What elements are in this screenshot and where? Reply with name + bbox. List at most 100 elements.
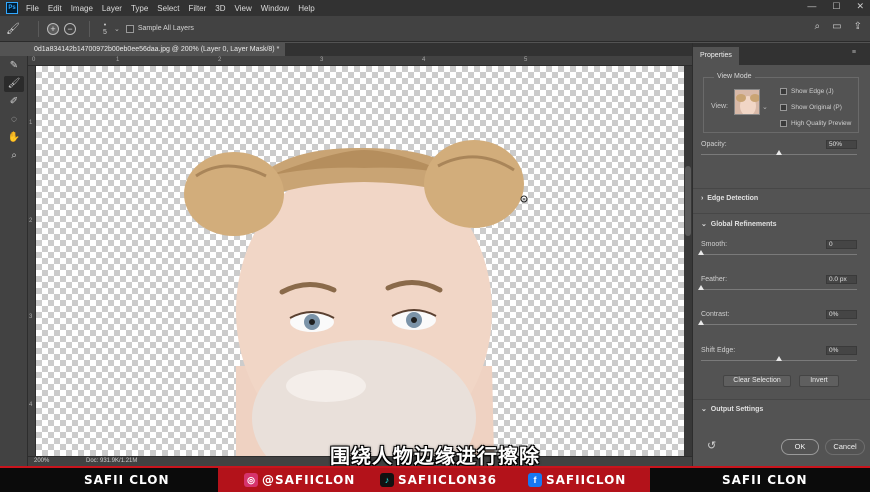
instagram-handle: @SAFIICLON <box>262 473 356 487</box>
sample-all-layers-checkbox[interactable] <box>125 24 134 33</box>
refine-brush-tool-icon[interactable]: 🖌 <box>6 22 30 35</box>
clear-selection-button[interactable]: Clear Selection <box>723 375 791 387</box>
chevron-down-icon[interactable]: ⌄ <box>762 103 768 111</box>
left-hair-bun <box>184 152 284 236</box>
high-quality-label: High Quality Preview <box>791 120 852 127</box>
share-icon[interactable]: ⇪ <box>854 21 862 32</box>
feather-track[interactable] <box>701 289 857 290</box>
panel-menu-icon[interactable]: ≡ <box>852 49 856 56</box>
left-pupil <box>309 319 315 325</box>
menu-file[interactable]: File <box>26 4 39 13</box>
workspace-icon[interactable]: ▭ <box>832 21 841 32</box>
ruler-label: 1 <box>29 120 33 126</box>
smooth-slider-thumb[interactable] <box>698 250 704 255</box>
menu-image[interactable]: Image <box>71 4 93 13</box>
feather-label: Feather: <box>701 276 728 283</box>
right-hair-bun <box>424 140 524 228</box>
menu-3d[interactable]: 3D <box>215 4 225 13</box>
photoshop-window: Ps File Edit Image Layer Type Select Fil… <box>0 0 870 492</box>
view-label: View: <box>711 103 728 110</box>
lasso-tool-icon[interactable]: ◌ <box>4 112 24 128</box>
show-original-label: Show Original (P) <box>791 104 842 111</box>
close-button[interactable]: ✕ <box>856 1 864 12</box>
menu-filter[interactable]: Filter <box>189 4 207 13</box>
chevron-down-icon[interactable]: ⌄ <box>114 25 120 33</box>
minimize-button[interactable]: — <box>807 1 816 12</box>
opacity-slider-thumb[interactable] <box>776 150 782 155</box>
brush-tool-icon[interactable]: ✐ <box>4 94 24 110</box>
document-tab[interactable]: 0d1a834142b14700972b00eb0ee56daa.jpg @ 2… <box>28 43 286 56</box>
edge-detection-section[interactable]: › Edge Detection <box>701 195 758 202</box>
show-original-checkbox[interactable] <box>780 104 787 111</box>
options-right: ⌕ ▭ ⇪ <box>815 21 862 32</box>
vertical-scrollbar[interactable] <box>684 66 692 456</box>
ruler-horizontal: 0 1 2 3 4 5 <box>28 56 692 66</box>
menu-view[interactable]: View <box>235 4 252 13</box>
quick-selection-tool-icon[interactable]: ✎ <box>4 58 24 74</box>
smooth-field[interactable]: 0 <box>826 240 857 249</box>
brush-size-value: 5 <box>103 28 107 36</box>
view-mode-group: View Mode View: ⌄ Show Edge (J) Show Ori… <box>703 73 859 133</box>
opacity-label: Opacity: <box>701 141 727 148</box>
shift-edge-slider-thumb[interactable] <box>776 356 782 361</box>
view-mode-title: View Mode <box>714 73 755 80</box>
show-edge-option[interactable]: Show Edge (J) <box>780 88 834 95</box>
scrollbar-thumb[interactable] <box>685 166 691 236</box>
brand-left-text: SAFII CLON <box>84 473 170 487</box>
contrast-track[interactable] <box>701 324 857 325</box>
show-original-option[interactable]: Show Original (P) <box>780 104 842 111</box>
ruler-label: 4 <box>422 57 426 63</box>
separator <box>38 20 39 37</box>
ruler-label: 4 <box>29 402 33 408</box>
output-settings-title: Output Settings <box>710 406 764 413</box>
ruler-label: 1 <box>116 57 120 63</box>
menu-help[interactable]: Help <box>298 4 314 13</box>
maximize-button[interactable]: ☐ <box>832 1 840 12</box>
show-edge-label: Show Edge (J) <box>791 88 834 95</box>
separator <box>89 20 90 37</box>
facebook-icon: f <box>528 473 542 487</box>
hand-tool-icon[interactable]: ✋ <box>4 130 24 146</box>
view-mode-thumbnail[interactable] <box>734 89 760 115</box>
feather-slider-thumb[interactable] <box>698 285 704 290</box>
high-quality-checkbox[interactable] <box>780 120 787 127</box>
refine-edge-brush-icon[interactable]: 🖌 <box>4 76 24 92</box>
bubble-highlight <box>286 370 366 402</box>
feather-field[interactable]: 0.0 px <box>826 275 857 284</box>
thumbnail-portrait <box>736 94 759 114</box>
ruler-label: 2 <box>29 218 33 224</box>
tiktok-icon: ♪ <box>380 473 394 487</box>
divider <box>693 399 870 400</box>
menu-type[interactable]: Type <box>131 4 148 13</box>
instagram-icon: ◎ <box>244 473 258 487</box>
ruler-label: 3 <box>29 314 33 320</box>
shift-edge-field[interactable]: 0% <box>826 346 857 355</box>
invert-button[interactable]: Invert <box>799 375 839 387</box>
show-edge-checkbox[interactable] <box>780 88 787 95</box>
expand-detection-icon[interactable]: + <box>47 22 59 35</box>
search-icon[interactable]: ⌕ <box>815 21 821 32</box>
brand-right-text: SAFII CLON <box>722 473 808 487</box>
smooth-track[interactable] <box>701 254 857 255</box>
document-tab-bar: 0d1a834142b14700972b00eb0ee56daa.jpg @ 2… <box>28 43 692 56</box>
zoom-tool-icon[interactable]: ⌕ <box>4 148 24 164</box>
options-bar: 🖌 + − • 5 ⌄ Sample All Layers ⌕ ▭ ⇪ <box>0 16 870 42</box>
menu-layer[interactable]: Layer <box>102 4 122 13</box>
tab-properties[interactable]: Properties <box>693 47 739 65</box>
canvas-area[interactable] <box>36 66 684 456</box>
window-controls: — ☐ ✕ <box>807 1 864 12</box>
restore-original-icon[interactable]: − <box>64 22 76 35</box>
tiktok-handle: SAFIICLON36 <box>398 473 498 487</box>
contrast-field[interactable]: 0% <box>826 310 857 319</box>
menu-bar: Ps File Edit Image Layer Type Select Fil… <box>0 0 870 16</box>
opacity-field[interactable]: 50% <box>826 140 857 149</box>
contrast-slider-thumb[interactable] <box>698 320 704 325</box>
global-refinements-section[interactable]: ⌄ Global Refinements <box>701 220 777 228</box>
high-quality-option[interactable]: High Quality Preview <box>780 120 851 127</box>
brush-size-picker[interactable]: • 5 <box>98 22 112 36</box>
ruler-vertical: 1 2 3 4 <box>28 66 36 456</box>
menu-window[interactable]: Window <box>261 4 289 13</box>
menu-edit[interactable]: Edit <box>48 4 62 13</box>
output-settings-section[interactable]: ⌄ Output Settings <box>701 405 763 413</box>
menu-select[interactable]: Select <box>157 4 179 13</box>
